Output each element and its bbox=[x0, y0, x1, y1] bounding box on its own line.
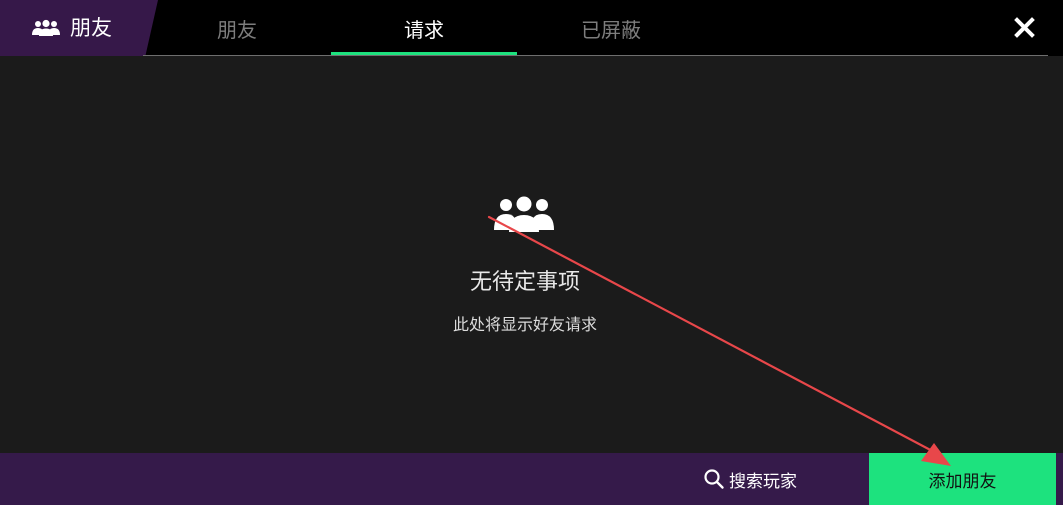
empty-state-subtitle: 此处将显示好友请求 bbox=[452, 315, 597, 334]
tab-blocked[interactable]: 已屏蔽 bbox=[518, 0, 704, 56]
tab-blocked-label: 已屏蔽 bbox=[581, 18, 641, 42]
friends-panel: 朋友 朋友 请求 已屏蔽 无待定事项 此处将显示好友请求 搜索玩家 添加朋友 bbox=[0, 0, 1063, 505]
tab-friends[interactable]: 朋友 bbox=[144, 0, 330, 56]
empty-state-title: 无待定事项 bbox=[469, 270, 580, 295]
search-players-button[interactable]: 搜索玩家 bbox=[690, 453, 810, 505]
add-friend-label: 添加朋友 bbox=[928, 471, 997, 492]
annotation-arrow bbox=[487, 215, 951, 466]
close-icon[interactable] bbox=[1002, 6, 1046, 50]
tab-divider bbox=[143, 55, 1048, 56]
search-icon bbox=[704, 469, 724, 489]
tab-friends-label: 朋友 bbox=[217, 18, 257, 42]
friends-icon bbox=[32, 19, 60, 36]
friends-group-icon bbox=[494, 196, 554, 232]
tab-requests[interactable]: 请求 bbox=[331, 0, 517, 56]
add-friend-button[interactable]: 添加朋友 bbox=[869, 453, 1056, 505]
header-bar: 朋友 朋友 请求 已屏蔽 bbox=[0, 0, 1063, 56]
search-players-label: 搜索玩家 bbox=[729, 471, 797, 492]
panel-title: 朋友 bbox=[70, 16, 112, 40]
tab-requests-label: 请求 bbox=[404, 18, 444, 42]
